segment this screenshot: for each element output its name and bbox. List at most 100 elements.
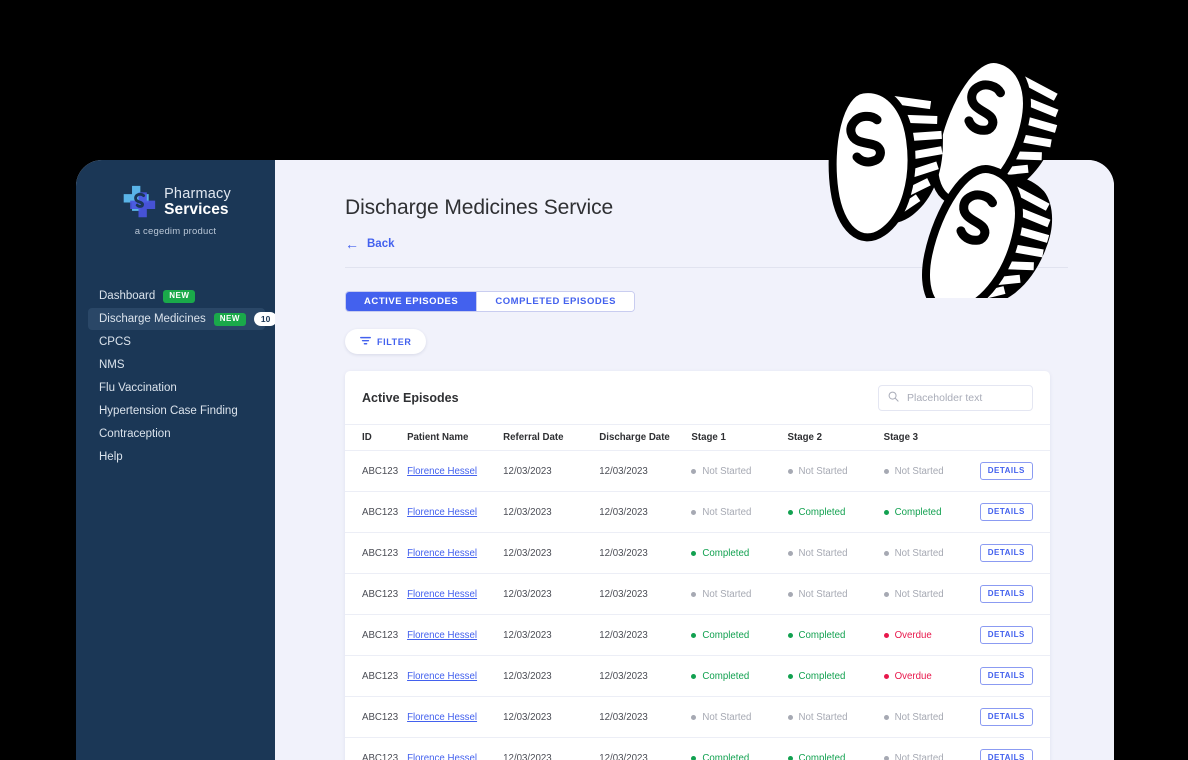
- page-title: Discharge Medicines Service: [345, 196, 1068, 220]
- brand-name-line1: Pharmacy: [164, 187, 231, 202]
- sidebar-item-nms[interactable]: NMS: [88, 354, 265, 376]
- status-label: Not Started: [895, 753, 944, 760]
- patient-name-link[interactable]: Florence Hessel: [407, 753, 477, 760]
- status-label: Completed: [799, 671, 846, 682]
- status-dot-icon: [691, 592, 696, 597]
- status-dot-icon: [788, 469, 793, 474]
- patient-name-link[interactable]: Florence Hessel: [407, 712, 477, 723]
- status-label: Overdue: [895, 671, 932, 682]
- cell-id: ABC123: [362, 548, 398, 559]
- tab-active-episodes[interactable]: ACTIVE EPISODES: [346, 292, 476, 311]
- tab-completed-episodes[interactable]: COMPLETED EPISODES: [476, 292, 634, 311]
- table-row: ABC123Florence Hessel12/03/202312/03/202…: [345, 738, 1050, 760]
- status-label: Not Started: [799, 589, 848, 600]
- card-title: Active Episodes: [362, 391, 459, 405]
- status-label: Not Started: [895, 548, 944, 559]
- status-label: Completed: [895, 507, 942, 518]
- patient-name-link[interactable]: Florence Hessel: [407, 589, 477, 600]
- status-label: Not Started: [895, 712, 944, 723]
- status-badge-stage-1: Completed: [691, 671, 749, 682]
- status-dot-icon: [691, 756, 696, 760]
- back-button[interactable]: ← Back: [345, 237, 1068, 251]
- filter-button[interactable]: FILTER: [345, 329, 426, 354]
- status-label: Completed: [702, 630, 749, 641]
- sidebar: Pharmacy Services a cegedim product Dash…: [76, 160, 275, 760]
- status-label: Not Started: [799, 466, 848, 477]
- badge-new: NEW: [214, 313, 246, 326]
- patient-name-link[interactable]: Florence Hessel: [407, 630, 477, 641]
- sidebar-item-discharge-medicines[interactable]: Discharge Medicines NEW 10: [88, 308, 265, 330]
- cell-id: ABC123: [362, 712, 398, 723]
- sidebar-item-help[interactable]: Help: [88, 446, 265, 468]
- status-badge-stage-1: Not Started: [691, 507, 751, 518]
- col-discharge-date: Discharge Date: [599, 425, 691, 451]
- table-body: ABC123 Florence Hessel 12/03/2023 12/03/202…: [345, 451, 1050, 760]
- status-badge-stage-2: Not Started: [788, 712, 848, 723]
- status-label: Completed: [702, 671, 749, 682]
- col-stage-3: Stage 3: [884, 425, 980, 451]
- sidebar-item-contraception[interactable]: Contraception: [88, 423, 265, 445]
- cell-referral-date: 12/03/2023: [503, 466, 552, 477]
- cell-discharge-date: 12/03/2023: [599, 466, 648, 477]
- app-window: Pharmacy Services a cegedim product Dash…: [76, 160, 1114, 760]
- patient-name-link[interactable]: Florence Hessel: [407, 671, 477, 682]
- status-dot-icon: [884, 469, 889, 474]
- patient-name-link[interactable]: Florence Hessel: [407, 507, 477, 518]
- brand-logo[interactable]: Pharmacy Services a cegedim product: [76, 174, 275, 241]
- status-dot-icon: [884, 592, 889, 597]
- cell-discharge-date: 12/03/2023: [599, 712, 648, 723]
- sidebar-item-flu-vaccination[interactable]: Flu Vaccination: [88, 377, 265, 399]
- cell-referral-date: 12/03/2023: [503, 630, 552, 641]
- details-button[interactable]: DETAILS: [980, 544, 1033, 562]
- status-dot-icon: [691, 715, 696, 720]
- table-row: ABC123 Florence Hessel 12/03/2023 12/03/202…: [345, 492, 1050, 533]
- status-dot-icon: [788, 551, 793, 556]
- details-button[interactable]: DETAILS: [980, 667, 1033, 685]
- status-badge-stage-1: Completed: [691, 753, 749, 760]
- sidebar-item-cpcs[interactable]: CPCS: [88, 331, 265, 353]
- table-row: ABC123Florence Hessel12/03/202312/03/202…: [345, 574, 1050, 615]
- status-label: Not Started: [702, 712, 751, 723]
- sidebar-nav: Dashboard NEW Discharge Medicines NEW 10…: [76, 285, 275, 468]
- patient-name-link[interactable]: Florence Hessel: [407, 466, 477, 477]
- status-dot-icon: [788, 756, 793, 760]
- status-label: Completed: [702, 753, 749, 760]
- search-input[interactable]: Placeholder text: [878, 385, 1033, 411]
- badge-count: 10: [254, 312, 277, 326]
- details-button[interactable]: DETAILS: [980, 708, 1033, 726]
- status-badge-stage-1: Not Started: [691, 712, 751, 723]
- status-badge-stage-3: Overdue: [884, 671, 932, 682]
- sidebar-item-label: Contraception: [99, 428, 171, 440]
- status-badge-stage-2: Completed: [788, 671, 846, 682]
- sidebar-item-hypertension-case-finding[interactable]: Hypertension Case Finding: [88, 400, 265, 422]
- table-row: ABC123Florence Hessel12/03/202312/03/202…: [345, 451, 1050, 492]
- divider: [345, 267, 1068, 268]
- sidebar-item-label: Help: [99, 451, 123, 463]
- status-label: Not Started: [702, 507, 751, 518]
- main-content: Discharge Medicines Service ← Back ACTIV…: [275, 160, 1114, 760]
- details-button[interactable]: DETAILS: [980, 749, 1033, 760]
- patient-name-link[interactable]: Florence Hessel: [407, 548, 477, 559]
- status-badge-stage-3: Not Started: [884, 753, 944, 760]
- status-dot-icon: [788, 674, 793, 679]
- pharmacy-cross-s-logo-icon: [120, 184, 157, 221]
- cell-discharge-date: 12/03/2023: [599, 507, 648, 518]
- sidebar-item-dashboard[interactable]: Dashboard NEW: [88, 285, 265, 307]
- status-dot-icon: [691, 633, 696, 638]
- status-dot-icon: [691, 551, 696, 556]
- episode-tabs: ACTIVE EPISODES COMPLETED EPISODES: [345, 291, 635, 312]
- details-button[interactable]: DETAILS: [980, 626, 1033, 644]
- card-header: Active Episodes Placeholder text: [345, 371, 1050, 424]
- status-badge-stage-3: Not Started: [884, 712, 944, 723]
- status-label: Not Started: [799, 548, 848, 559]
- status-dot-icon: [788, 715, 793, 720]
- status-dot-icon: [788, 633, 793, 638]
- cell-referral-date: 12/03/2023: [503, 507, 552, 518]
- details-button[interactable]: DETAILS: [980, 462, 1033, 480]
- status-badge-stage-1: Completed: [691, 548, 749, 559]
- details-button[interactable]: DETAILS: [980, 503, 1033, 521]
- status-badge-stage-3: Not Started: [884, 548, 944, 559]
- filter-icon: [360, 336, 371, 347]
- cell-id: ABC123: [362, 507, 398, 518]
- details-button[interactable]: DETAILS: [980, 585, 1033, 603]
